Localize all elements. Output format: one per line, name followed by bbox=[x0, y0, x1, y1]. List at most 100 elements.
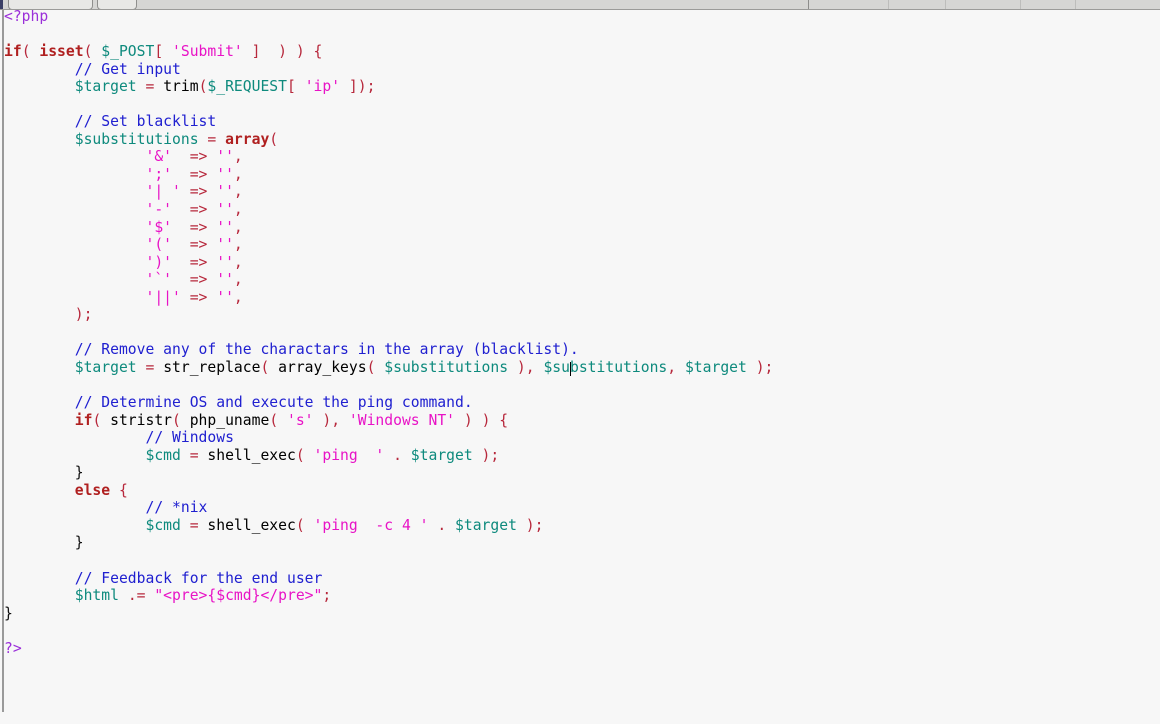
token-punct: => bbox=[189, 236, 208, 254]
token-fn: php_uname bbox=[189, 411, 270, 429]
token-var: $target bbox=[74, 78, 137, 96]
code-line: // Remove any of the charactars in the a… bbox=[4, 341, 579, 358]
token-str: '' bbox=[216, 165, 234, 183]
token-punct: ), bbox=[322, 411, 341, 429]
token-var: $target bbox=[455, 516, 517, 534]
token-punct: ) bbox=[463, 411, 473, 429]
token-str: '' bbox=[216, 288, 234, 306]
code-line: // Windows bbox=[4, 429, 233, 446]
code-line: // Get input bbox=[4, 61, 181, 78]
token-punct: => bbox=[189, 165, 208, 183]
token-punct: { bbox=[118, 481, 128, 499]
code-line: else { bbox=[4, 482, 128, 499]
token-punct: [ bbox=[154, 43, 164, 61]
token-plain: } bbox=[74, 534, 84, 552]
token-punct: ( bbox=[92, 411, 102, 429]
token-punct: ( bbox=[260, 358, 270, 376]
token-punct: => bbox=[189, 218, 208, 236]
token-str: '' bbox=[216, 148, 234, 166]
token-punct: = bbox=[189, 446, 199, 464]
code-line: } bbox=[4, 464, 84, 481]
code-line: ')' => '', bbox=[4, 253, 243, 271]
browser-chrome-strip bbox=[0, 0, 1160, 10]
token-var: $target bbox=[410, 446, 473, 464]
token-plain: } bbox=[4, 604, 13, 622]
token-punct: = bbox=[189, 516, 199, 534]
token-punct: , bbox=[233, 218, 243, 236]
code-line: if( isset( $_POST[ 'Submit' ] ) ) { bbox=[4, 43, 322, 60]
code-line: '-' => '', bbox=[4, 201, 243, 219]
token-str: ';' bbox=[145, 165, 173, 183]
token-punct: , bbox=[233, 253, 243, 271]
token-punct: ( bbox=[295, 446, 305, 464]
code-line: '||' => '', bbox=[4, 288, 242, 306]
token-var: $substitutions bbox=[384, 358, 509, 376]
token-punct: ]); bbox=[348, 78, 376, 96]
code-line: // Set blacklist bbox=[4, 113, 216, 130]
token-punct: [ bbox=[287, 78, 296, 96]
code-line: ';' => '', bbox=[4, 165, 242, 183]
token-punct: => bbox=[189, 183, 208, 201]
toolbar-divider bbox=[1075, 0, 1076, 9]
token-fn: stristr bbox=[110, 411, 173, 429]
token-fn: str_replace bbox=[163, 358, 261, 376]
token-kw: else bbox=[74, 481, 111, 499]
token-punct: . bbox=[393, 446, 402, 464]
token-str: 'Windows NT' bbox=[348, 411, 456, 429]
token-str: 'ping ' bbox=[313, 446, 385, 464]
token-var: $_POST bbox=[101, 43, 155, 61]
php-source-code-pane[interactable]: <?php if( isset( $_POST[ 'Submit' ] ) ) … bbox=[0, 10, 1160, 724]
php-source-code[interactable]: <?php if( isset( $_POST[ 'Submit' ] ) ) … bbox=[4, 10, 773, 657]
toolbar-button-wide[interactable] bbox=[8, 0, 93, 9]
code-line: '`' => '', bbox=[4, 271, 242, 289]
token-var: $target bbox=[74, 358, 137, 376]
toolbar-divider bbox=[808, 0, 809, 9]
token-punct: ); bbox=[755, 358, 774, 376]
token-punct: .= bbox=[127, 587, 146, 605]
token-punct: , bbox=[233, 201, 243, 219]
token-punct: ); bbox=[525, 516, 544, 534]
code-line: <?php bbox=[4, 10, 48, 25]
token-str: '' bbox=[216, 271, 234, 289]
token-plain: } bbox=[74, 464, 84, 482]
token-punct: => bbox=[189, 201, 208, 219]
token-var: $cmd bbox=[145, 516, 181, 534]
token-kw: if bbox=[74, 411, 93, 429]
token-punct: => bbox=[189, 148, 208, 166]
code-line: '&' => '', bbox=[4, 148, 242, 166]
token-punct: . bbox=[437, 516, 447, 534]
code-line: // *nix bbox=[4, 499, 207, 516]
token-punct: ( bbox=[269, 130, 279, 148]
token-var: $html bbox=[74, 587, 119, 605]
toolbar-button-small[interactable] bbox=[97, 0, 137, 9]
token-punct: , bbox=[667, 358, 677, 376]
token-punct: ( bbox=[295, 516, 305, 534]
token-var: $su bbox=[543, 358, 570, 376]
token-punct: , bbox=[233, 183, 243, 201]
token-punct: { bbox=[313, 43, 323, 61]
